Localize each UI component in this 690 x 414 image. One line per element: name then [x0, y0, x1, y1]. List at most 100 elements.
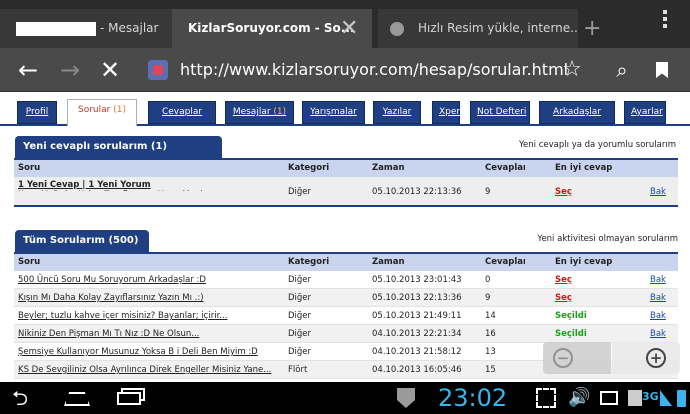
timestamp: 05.10.2013 21:49:11	[372, 311, 462, 321]
redacted-username	[16, 22, 96, 36]
screenshot-icon[interactable]	[536, 388, 556, 408]
signal-icon	[660, 390, 672, 406]
table-row: Beyler; tuzlu kahve içer misiniz? Bayanl…	[14, 307, 678, 325]
forward-arrow-icon[interactable]: →	[52, 48, 88, 92]
section-title-recent: Yeni cevaplı sorularım (1)	[15, 136, 222, 158]
section-note-recent: Yeni cevaplı ya da yorumlu sorularım	[518, 140, 676, 150]
section-note-all: Yeni aktivitesi olmayan sorularım	[537, 234, 678, 244]
tab-title: KizlarSoruyor.com - So...	[188, 21, 355, 35]
gallery-icon	[628, 390, 642, 406]
select-best-link[interactable]: Seç	[555, 271, 635, 289]
question-link[interactable]: Nikiniz Den Pişman Mı Tı Nız :D Ne Olsun…	[18, 325, 280, 343]
zoom-in-icon: +	[646, 348, 666, 368]
timestamp: 04.10.2013 22:21:34	[372, 329, 462, 339]
nav-home-icon[interactable]	[64, 392, 90, 406]
view-link[interactable]: Bak	[650, 271, 674, 289]
system-bar: ⮌ 23:02 🔊 3G	[0, 382, 690, 414]
view-link[interactable]: Bak	[650, 289, 674, 307]
selected-status: Seçildi	[555, 329, 587, 339]
tab-yazilar[interactable]: Yazılar	[373, 101, 421, 124]
site-favicon-icon	[148, 60, 168, 80]
tab-sorular[interactable]: Sorular (1)	[67, 99, 137, 126]
table-row: Kışın Mı Daha Kolay Zayıflarsınız Yazın …	[14, 177, 678, 207]
security-shield-icon	[397, 388, 415, 408]
selected-status: Seçildi	[555, 311, 587, 321]
question-link[interactable]: Şemsiye Kullanıyor Musunuz Yoksa B i Del…	[18, 343, 280, 361]
tab-title: Hızlı Resim yükle, interne...	[418, 21, 578, 35]
android-browser-screen: - Mesajlar KizlarSoruyor.com - So... ✕ H…	[0, 0, 690, 414]
answer-count: 14	[485, 311, 496, 321]
question-link[interactable]: KS De Sevgiliniz Olsa Ayrılınca Direk En…	[18, 361, 280, 379]
battery-icon	[677, 390, 686, 407]
zoom-in-button[interactable]: +	[612, 342, 680, 374]
browser-toolbar: ← → ✕ http://www.kizlarsoruyor.com/hesap…	[0, 48, 690, 92]
table-row: Kışın Mı Daha Kolay Zayıflarsınız Yazın …	[14, 289, 678, 307]
nav-back-icon[interactable]: ⮌	[12, 388, 28, 408]
table-header: Soru Kategori Zaman Cevaplar En iyi ceva…	[14, 254, 678, 271]
tab-title: - Mesajlar	[100, 21, 159, 35]
tab-yarismalar[interactable]: Yarışmalar	[302, 101, 365, 124]
tab-arkadaslar[interactable]: Arkadaşlar	[539, 101, 615, 124]
window-icon[interactable]	[600, 391, 618, 405]
zoom-out-icon: −	[553, 348, 573, 368]
question-link[interactable]: 500 Üncü Soru Mu Soruyorum Arkadaşlar :D	[18, 271, 280, 289]
tab-strip: - Mesajlar KizlarSoruyor.com - So... ✕ H…	[0, 0, 690, 48]
question-link[interactable]: Kışın Mı Daha Kolay Zayıflarsınız Yazın …	[18, 180, 204, 191]
tab-not-defteri[interactable]: Not Defteri	[470, 101, 530, 124]
timestamp: 05.10.2013 22:13:36	[372, 187, 462, 197]
recent-questions-table: Soru Kategori Zaman Cevaplar En iyi ceva…	[14, 158, 678, 207]
page-content: Profil Sorular (1) Cevaplar Mesajlar (1)…	[0, 92, 690, 382]
answer-count: 0	[485, 275, 491, 285]
table-header: Soru Kategori Zaman Cevaplar En iyi ceva…	[14, 160, 678, 177]
volume-icon[interactable]: 🔊	[568, 388, 590, 408]
select-best-link[interactable]: Seç	[555, 289, 635, 307]
answer-count: 15	[485, 365, 496, 375]
timestamp: 05.10.2013 23:01:43	[372, 275, 462, 285]
zoom-control: − +	[543, 342, 680, 374]
category: Diğer	[288, 187, 312, 197]
nav-recent-icon[interactable]	[117, 392, 141, 405]
question-link[interactable]: Kışın Mı Daha Kolay Zayıflarsınız Yazın …	[18, 289, 280, 307]
select-best-link[interactable]: Seç	[555, 177, 635, 207]
answer-count: 9	[485, 293, 491, 303]
timestamp: 05.10.2013 22:13:36	[372, 293, 462, 303]
answer-count: 9	[485, 187, 491, 197]
overflow-menu-icon[interactable]	[658, 10, 672, 31]
site-favicon-icon	[390, 22, 404, 36]
timestamp: 04.10.2013 16:05:46	[372, 365, 462, 375]
url-field[interactable]: http://www.kizlarsoruyor.com/hesap/sorul…	[180, 48, 568, 92]
view-link[interactable]: Bak	[650, 325, 674, 343]
search-icon[interactable]: ⌕	[604, 48, 640, 92]
question-link[interactable]: Beyler; tuzlu kahve içer misiniz? Bayanl…	[18, 307, 280, 325]
answer-count: 13	[485, 347, 496, 357]
category: Diğer	[288, 293, 312, 303]
bookmarks-icon[interactable]	[644, 48, 680, 92]
answer-count: 16	[485, 329, 496, 339]
clock: 23:02	[438, 384, 508, 412]
category: Diğer	[288, 347, 312, 357]
tab-ayarlar[interactable]: Ayarlar	[624, 101, 666, 124]
tab-xper[interactable]: Xper	[432, 101, 460, 124]
table-row: 500 Üncü Soru Mu Soruyorum Arkadaşlar :D…	[14, 271, 678, 289]
timestamp: 04.10.2013 21:58:12	[372, 347, 462, 357]
tab-cevaplar[interactable]: Cevaplar	[148, 101, 216, 124]
back-arrow-icon[interactable]: ←	[10, 48, 46, 92]
zoom-out-button[interactable]: −	[543, 342, 611, 374]
table-row: Nikiniz Den Pişman Mı Tı Nız :D Ne Olsun…	[14, 325, 678, 343]
category: Flört	[288, 365, 308, 375]
view-link[interactable]: Bak	[650, 307, 674, 325]
view-link[interactable]: Bak	[650, 177, 674, 207]
tab-profil[interactable]: Profil	[17, 101, 57, 124]
tab-mesajlar[interactable]: - Mesajlar	[0, 9, 172, 48]
star-icon[interactable]: ☆	[554, 48, 590, 92]
close-tab-icon[interactable]: ✕	[340, 9, 358, 48]
tab-resim-yukle[interactable]: Hızlı Resim yükle, interne...	[378, 9, 578, 48]
category: Diğer	[288, 329, 312, 339]
tab-kizlarsoruyor[interactable]: KizlarSoruyor.com - So... ✕	[172, 9, 372, 48]
tab-mesajlar[interactable]: Mesajlar (1)	[225, 101, 294, 124]
new-tab-button[interactable]: +	[583, 16, 601, 41]
network-type: 3G	[642, 390, 659, 403]
section-title-all: Tüm Sorularım (500)	[15, 230, 149, 252]
category: Diğer	[288, 275, 312, 285]
stop-icon[interactable]: ✕	[92, 48, 128, 92]
